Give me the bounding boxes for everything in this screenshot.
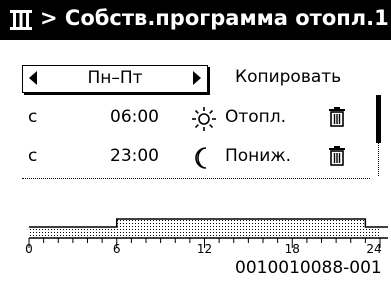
- tick-label: 12: [196, 242, 213, 256]
- page-title: > Собств.программа отопл.1: [40, 6, 389, 30]
- heating-period-band: [116, 219, 366, 227]
- heating-program-screen: > Собств.программа отопл.1 Пн–Пт Копиров…: [0, 0, 391, 262]
- operating-mode[interactable]: Пониж.: [225, 146, 291, 166]
- row-prefix: с: [28, 146, 38, 166]
- schedule-row[interactable]: с 06:00 Отопл.: [0, 104, 391, 134]
- moon-icon: [195, 147, 207, 169]
- triangle-right-icon[interactable]: [193, 71, 201, 85]
- row-prefix: с: [28, 107, 38, 127]
- scrollbar-thumb[interactable]: [376, 95, 381, 143]
- low-temperature-band: [29, 227, 380, 238]
- operating-mode[interactable]: Отопл.: [225, 107, 286, 127]
- program-toolbar: Пн–Пт Копировать: [22, 65, 391, 93]
- divider: [22, 178, 370, 179]
- day-selector-value: Пн–Пт: [87, 68, 143, 88]
- figure-id-caption: 0010010088-001: [235, 258, 382, 278]
- title-bar: > Собств.программа отопл.1: [0, 0, 391, 40]
- sun-icon: [192, 107, 216, 131]
- menu-icon[interactable]: [10, 10, 32, 30]
- tick-label: 0: [25, 242, 33, 256]
- tick-label: 24: [366, 242, 382, 256]
- day-selector[interactable]: Пн–Пт: [22, 65, 208, 93]
- copy-button[interactable]: Копировать: [235, 67, 341, 87]
- heating-timeline: [28, 218, 388, 248]
- switch-time[interactable]: 06:00: [110, 107, 159, 127]
- tick-label: 18: [284, 242, 300, 256]
- trash-icon[interactable]: [329, 146, 345, 166]
- tick-label: 6: [112, 242, 121, 256]
- switch-time[interactable]: 23:00: [110, 146, 159, 166]
- schedule-row[interactable]: с 23:00 Пониж.: [0, 143, 391, 173]
- trash-icon[interactable]: [329, 107, 345, 127]
